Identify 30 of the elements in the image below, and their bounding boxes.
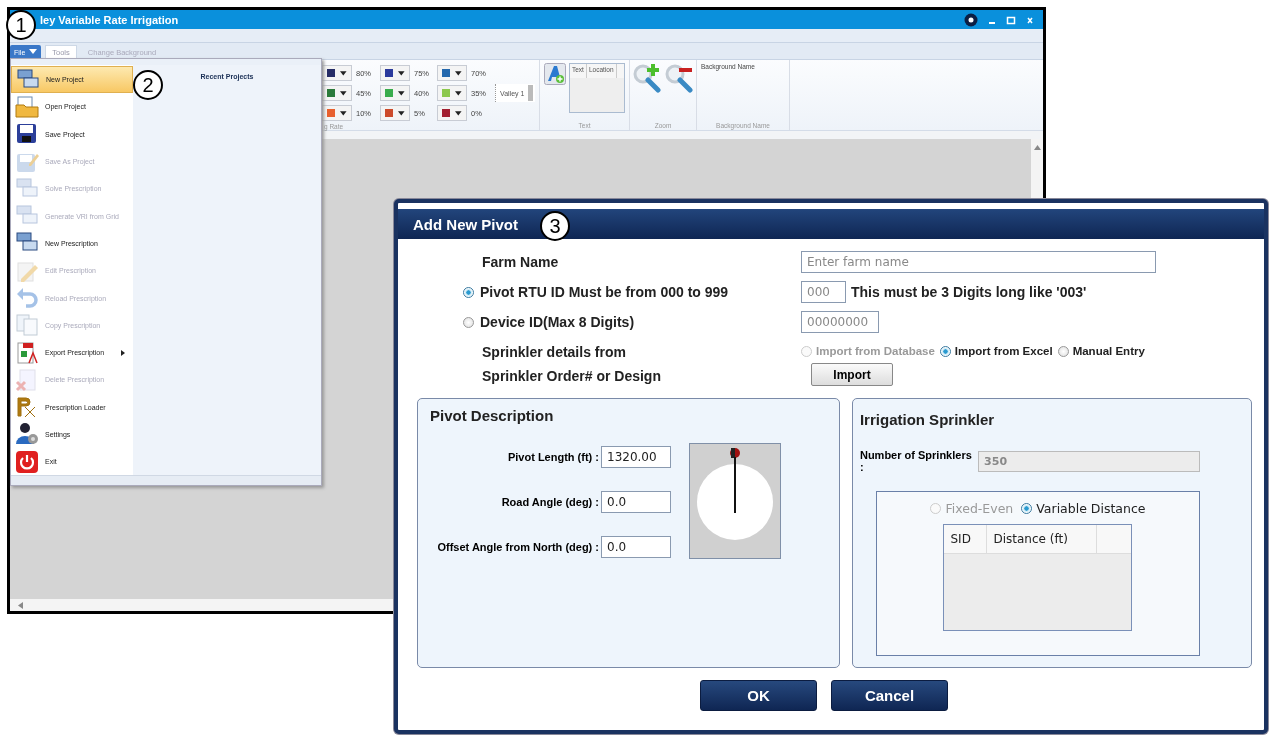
panel-heading: Pivot Description bbox=[430, 407, 555, 424]
option-label: Variable Distance bbox=[1036, 501, 1146, 516]
option-label: Import from Excel bbox=[954, 345, 1053, 357]
dialog-title: Add New Pivot bbox=[413, 215, 518, 233]
number-field[interactable]: 0.0 bbox=[601, 491, 671, 513]
field-label: Sprinkler details from bbox=[482, 343, 627, 360]
field-label: Farm Name bbox=[481, 254, 560, 270]
id-field[interactable]: 000 bbox=[801, 281, 846, 303]
number-field[interactable]: 1320.00 bbox=[601, 445, 671, 468]
farm-name-field[interactable]: Enter farm name bbox=[801, 251, 1156, 273]
id-field[interactable]: 00000000 bbox=[801, 311, 879, 333]
option-label: Device ID(Max 8 Digits) bbox=[480, 314, 635, 330]
field-label: Pivot Length (ft) : bbox=[506, 450, 600, 463]
dialog-button[interactable]: OK bbox=[700, 680, 817, 711]
option-label: Import from Database bbox=[816, 345, 935, 357]
field-label: Number of Sprinklers : bbox=[859, 449, 973, 473]
number-field[interactable]: 0.0 bbox=[601, 536, 671, 559]
option-label: Manual Entry bbox=[1072, 345, 1145, 357]
field-label: Offset Angle from North (deg) : bbox=[436, 541, 600, 554]
import-button[interactable]: Import bbox=[811, 363, 893, 386]
option-label: Fixed-Even bbox=[945, 501, 1014, 516]
field-label: Road Angle (deg) : bbox=[500, 496, 600, 508]
column-header: Distance (ft) bbox=[987, 525, 1098, 553]
column-header: SID bbox=[944, 525, 988, 553]
field-label: Sprinkler Order# or Design bbox=[482, 367, 662, 384]
option-label: Pivot RTU ID Must be from 000 to 999 bbox=[480, 284, 729, 300]
format-hint: This must be 3 Digits long like '003' bbox=[851, 284, 1087, 300]
panel-heading: Irrigation Sprinkler bbox=[859, 411, 996, 428]
dialog-button[interactable]: Cancel bbox=[831, 680, 948, 711]
window-title: ley Variable Rate Irrigation bbox=[40, 13, 179, 26]
